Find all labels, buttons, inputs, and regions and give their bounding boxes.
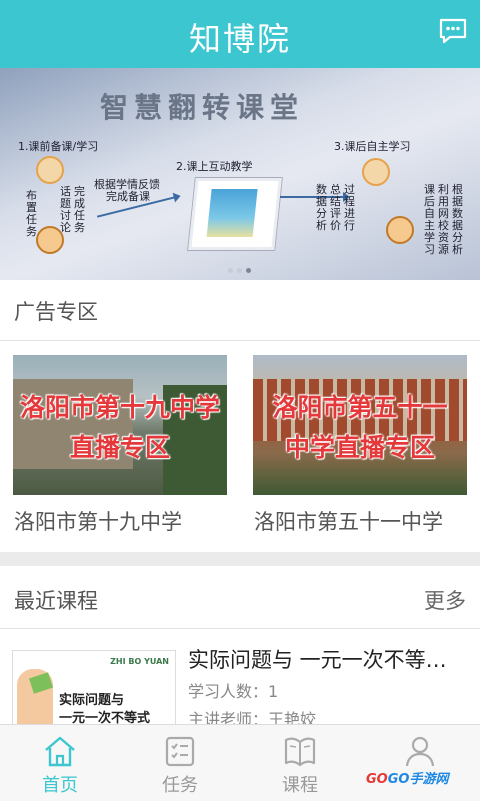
watermark-part-b: GO xyxy=(387,772,410,787)
banner-col-d: 数据分析 xyxy=(316,183,327,232)
tab-home[interactable]: 首页 xyxy=(0,725,120,801)
promo-banner[interactable]: 智慧翻转课堂 1.课前备课/学习 布置任务 话题讨论 完成任务 根据学情反馈 完… xyxy=(0,68,480,280)
banner-col-c: 完成任务 xyxy=(74,185,85,234)
watermark-part-a: GO xyxy=(366,772,388,787)
banner-step-2: 2.课上互动教学 xyxy=(176,160,253,173)
banner-col-i: 根据数据分析 xyxy=(452,183,463,256)
task-list-icon xyxy=(165,736,195,767)
school-51-image[interactable]: 洛阳市第五十一 中学直播专区 xyxy=(253,355,467,495)
tab-courses[interactable]: 课程 xyxy=(240,725,360,801)
page-dot-active[interactable] xyxy=(246,268,251,273)
tab-courses-label: 课程 xyxy=(282,775,318,796)
girl-avatar xyxy=(386,216,414,244)
banner-step-3: 3.课后自主学习 xyxy=(334,140,411,153)
app-title: 知博院 xyxy=(188,20,291,58)
banner-step-1: 1.课前备课/学习 xyxy=(18,140,99,153)
school-19-overlay-line1: 洛阳市第十九中学 xyxy=(19,393,220,422)
page-dot[interactable] xyxy=(237,268,242,273)
ads-section-title: 广告专区 xyxy=(14,300,98,324)
section-gap xyxy=(0,552,480,566)
school-51-name[interactable]: 洛阳市第五十一中学 xyxy=(254,506,443,536)
banner-col-h: 利用网校资源 xyxy=(438,183,449,256)
course-title[interactable]: 实际问题与 一元一次不等… xyxy=(188,644,472,674)
banner-title: 智慧翻转课堂 xyxy=(100,91,305,124)
tab-home-label: 首页 xyxy=(42,775,78,796)
recent-section-title: 最近课程 xyxy=(14,589,98,613)
watermark: GOGO手游网 xyxy=(366,768,448,787)
user-icon xyxy=(405,736,435,767)
student-avatar xyxy=(36,226,64,254)
school-19-name[interactable]: 洛阳市第十九中学 xyxy=(14,506,182,536)
bottom-tab-bar: 首页 任务 课程 xyxy=(0,724,480,801)
banner-col-b: 话题讨论 xyxy=(60,185,71,234)
banner-col-f: 过程进行 xyxy=(344,183,355,232)
banner-col-g: 课后自主学习 xyxy=(424,183,435,256)
tab-tasks[interactable]: 任务 xyxy=(120,725,240,801)
thumb-line1: 实际问题与 xyxy=(59,693,125,708)
divider xyxy=(0,340,480,341)
banner-page-indicator[interactable] xyxy=(226,258,253,277)
more-link[interactable]: 更多 xyxy=(424,585,466,615)
tab-profile[interactable] xyxy=(360,725,480,801)
teacher-avatar xyxy=(36,156,64,184)
divider xyxy=(0,628,480,629)
course-thumbnail[interactable]: ZHI BO YUAN 实际问题与 一元一次不等式 xyxy=(12,650,176,728)
tablet-illustration xyxy=(188,178,282,250)
tab-tasks-label: 任务 xyxy=(162,775,198,796)
thumb-logo: ZHI BO YUAN xyxy=(110,657,169,666)
banner-col-e: 总结评价 xyxy=(330,183,341,232)
school-51-overlay-line1: 洛阳市第五十一 xyxy=(272,393,448,422)
banner-col-a: 布置任务 xyxy=(26,189,37,238)
home-icon xyxy=(45,736,75,767)
learner-avatar xyxy=(362,158,390,186)
course-learners: 学习人数：1 xyxy=(188,682,279,701)
school-19-image[interactable]: 洛阳市第十九中学 直播专区 xyxy=(13,355,227,495)
watermark-part-c: 手游网 xyxy=(409,772,449,787)
book-icon xyxy=(284,737,316,767)
chat-bubble-icon[interactable] xyxy=(438,16,468,46)
banner-prepare: 完成备课 xyxy=(106,190,150,203)
school-51-overlay-line2: 中学直播专区 xyxy=(284,433,435,462)
school-19-overlay-line2: 直播专区 xyxy=(69,433,170,462)
app-header: 知博院 xyxy=(0,0,480,68)
page-dot[interactable] xyxy=(228,268,233,273)
